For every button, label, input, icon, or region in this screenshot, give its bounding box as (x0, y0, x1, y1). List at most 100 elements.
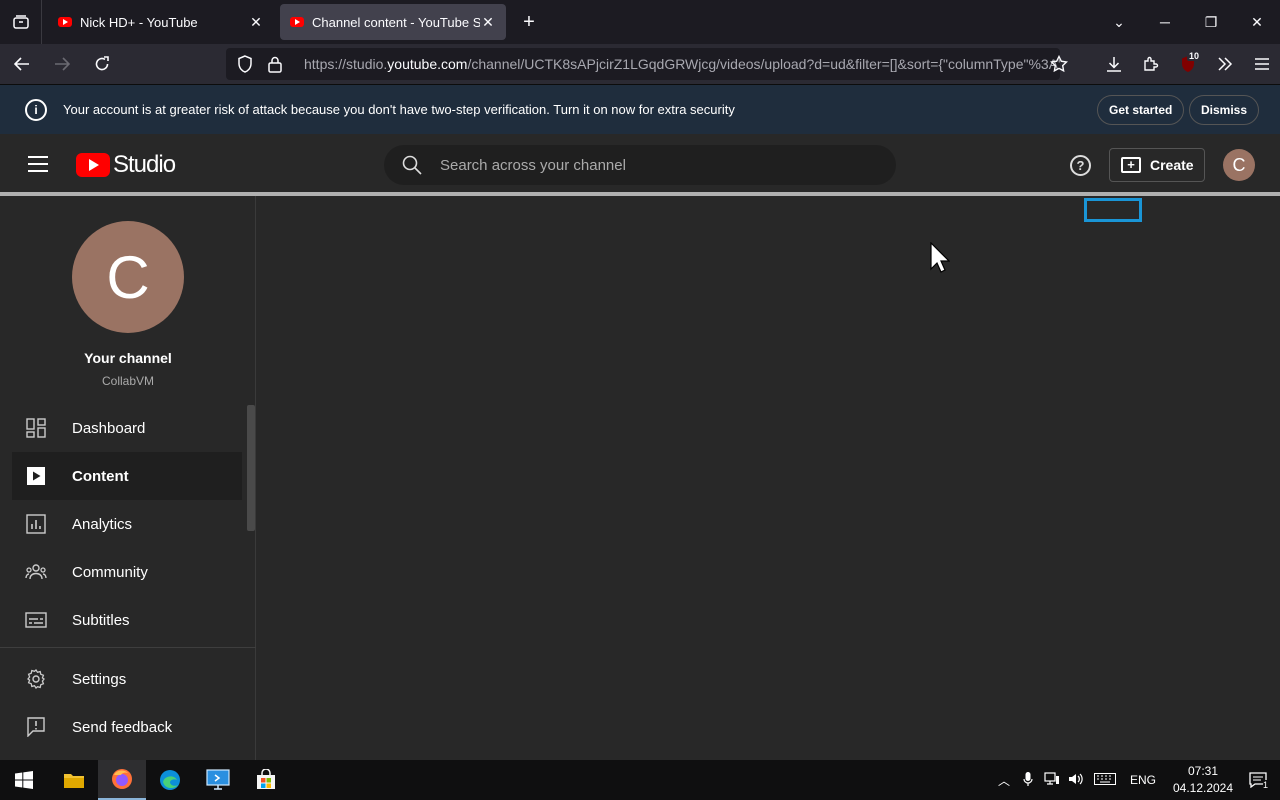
channel-name: CollabVM (101, 374, 155, 388)
content-icon (25, 465, 47, 487)
browser-tab-bar: Nick HD+ - YouTube ✕ Channel content - Y… (0, 0, 1280, 44)
volume-icon[interactable] (1064, 772, 1088, 789)
channel-avatar[interactable]: C (72, 221, 184, 333)
clock-time: 07:31 (1187, 764, 1219, 778)
remote-desktop-icon[interactable] (194, 760, 242, 800)
sidebar: C Your channel CollabVM Dashboard Conten… (0, 196, 256, 760)
sidebar-item-label: Analytics (72, 515, 133, 533)
create-label: Create (1150, 157, 1194, 173)
browser-nav-bar: https://studio. youtube.com/channel/UCTK8… (0, 44, 1280, 84)
info-icon: i (25, 98, 47, 121)
microphone-icon[interactable] (1016, 771, 1040, 790)
start-button[interactable] (0, 760, 48, 800)
focus-outline (1084, 198, 1142, 222)
forward-button[interactable] (44, 48, 80, 80)
create-button[interactable]: + Create (1109, 148, 1205, 182)
get-started-button[interactable]: Get started (1097, 95, 1185, 125)
tab-title: Channel content - YouTube Stu (312, 14, 480, 30)
store-icon[interactable] (242, 760, 290, 800)
clock[interactable]: 07:31 04.12.2024 (1170, 763, 1236, 797)
studio-logo[interactable]: Studio (76, 151, 176, 179)
youtube-favicon-icon (58, 17, 72, 27)
bookmark-star-icon[interactable] (1040, 48, 1077, 80)
action-center-icon[interactable]: 1 (1236, 772, 1280, 790)
youtube-favicon-icon (290, 17, 304, 27)
app-menu-icon[interactable] (1243, 48, 1280, 80)
clock-date: 04.12.2024 (1172, 781, 1234, 795)
sidebar-item-dashboard[interactable]: Dashboard (12, 404, 242, 452)
sidebar-scrollbar[interactable] (247, 405, 255, 531)
network-icon[interactable] (1040, 771, 1064, 789)
account-avatar[interactable]: C (1223, 149, 1255, 181)
sidebar-item-settings[interactable]: Settings (12, 655, 242, 703)
sidebar-item-label: Subtitles (72, 611, 130, 629)
language-indicator[interactable]: ENG (1122, 773, 1164, 787)
close-tab-icon[interactable]: ✕ (480, 14, 496, 31)
url-prefix: https://studio. (304, 56, 388, 72)
analytics-icon (25, 513, 47, 535)
subtitles-icon (25, 609, 47, 631)
studio-header: Studio ? + Create C (0, 134, 1280, 194)
minimize-button[interactable]: ─ (1142, 14, 1188, 30)
sidebar-item-label: Dashboard (72, 419, 146, 437)
new-tab-button[interactable]: + (514, 7, 544, 37)
sidebar-item-label: Community (72, 563, 148, 581)
sidebar-item-community[interactable]: Community (12, 548, 242, 596)
hamburger-menu-icon[interactable] (28, 156, 48, 172)
tab-list-chevron-icon[interactable]: ⌄ (1096, 14, 1142, 31)
dismiss-button[interactable]: Dismiss (1189, 95, 1260, 125)
close-tab-icon[interactable]: ✕ (248, 14, 264, 31)
reload-button[interactable] (84, 48, 120, 80)
restore-button[interactable]: ❐ (1188, 14, 1234, 31)
search-icon[interactable] (402, 155, 422, 175)
file-explorer-icon[interactable] (50, 760, 98, 800)
sidebar-item-analytics[interactable]: Analytics (12, 500, 242, 548)
tray-overflow-icon[interactable]: ︿ (992, 772, 1016, 789)
tab-title: Nick HD+ - YouTube (80, 14, 198, 30)
studio-logo-text: Studio (113, 151, 176, 178)
firefox-icon[interactable] (98, 760, 146, 800)
gear-icon (25, 668, 47, 690)
system-tray: ︿ ENG 07:31 04.12.2024 1 (992, 760, 1280, 800)
sidebar-item-send-feedback[interactable]: Send feedback (12, 703, 242, 751)
edge-icon[interactable] (146, 760, 194, 800)
community-icon (25, 561, 47, 583)
sidebar-item-label: Settings (72, 670, 127, 688)
window-controls: ⌄ ─ ❐ ✕ (1096, 0, 1280, 44)
sidebar-item-label: Content (72, 467, 129, 485)
search-bar (384, 145, 896, 185)
sidebar-divider (0, 647, 256, 648)
back-button[interactable] (4, 48, 40, 80)
downloads-icon[interactable] (1095, 48, 1132, 80)
banner-message: Your account is at greater risk of attac… (63, 102, 735, 117)
youtube-logo-icon (76, 153, 110, 177)
url-path: /channel/UCTK8sAPjcirZ1LGqdGRWjcg/videos… (467, 56, 1060, 72)
touch-keyboard-icon[interactable] (1088, 772, 1122, 788)
extension-badge: 10 (1186, 51, 1201, 61)
search-input[interactable] (440, 156, 840, 174)
ublock-icon[interactable]: 10 (1169, 48, 1206, 80)
your-channel-title: Your channel (84, 350, 172, 366)
address-bar[interactable]: https://studio. youtube.com/channel/UCTK8… (226, 48, 1060, 80)
overflow-chevrons-icon[interactable] (1206, 48, 1243, 80)
feedback-icon (25, 716, 47, 738)
sidebar-item-subtitles[interactable]: Subtitles (12, 596, 242, 644)
security-warning-banner: i Your account is at greater risk of att… (0, 84, 1280, 134)
sidebar-item-content[interactable]: Content (12, 452, 242, 500)
lock-icon[interactable] (264, 53, 286, 75)
tab-overview-icon[interactable] (0, 0, 42, 44)
tab-channel-content[interactable]: Channel content - YouTube Stu ✕ (280, 4, 506, 40)
main-content (256, 196, 1280, 760)
create-plus-icon: + (1121, 157, 1141, 173)
mouse-cursor-icon (930, 242, 950, 273)
windows-taskbar: ︿ ENG 07:31 04.12.2024 1 (0, 760, 1280, 800)
extensions-icon[interactable] (1132, 48, 1169, 80)
dashboard-icon (25, 417, 47, 439)
close-window-button[interactable]: ✕ (1234, 14, 1280, 31)
sidebar-item-label: Send feedback (72, 718, 173, 736)
notification-count: 1 (1262, 780, 1268, 790)
tab-nick-hd[interactable]: Nick HD+ - YouTube ✕ (48, 4, 274, 40)
url-host: youtube.com (387, 56, 468, 72)
help-icon[interactable]: ? (1070, 155, 1091, 176)
tracking-shield-icon[interactable] (234, 53, 256, 75)
